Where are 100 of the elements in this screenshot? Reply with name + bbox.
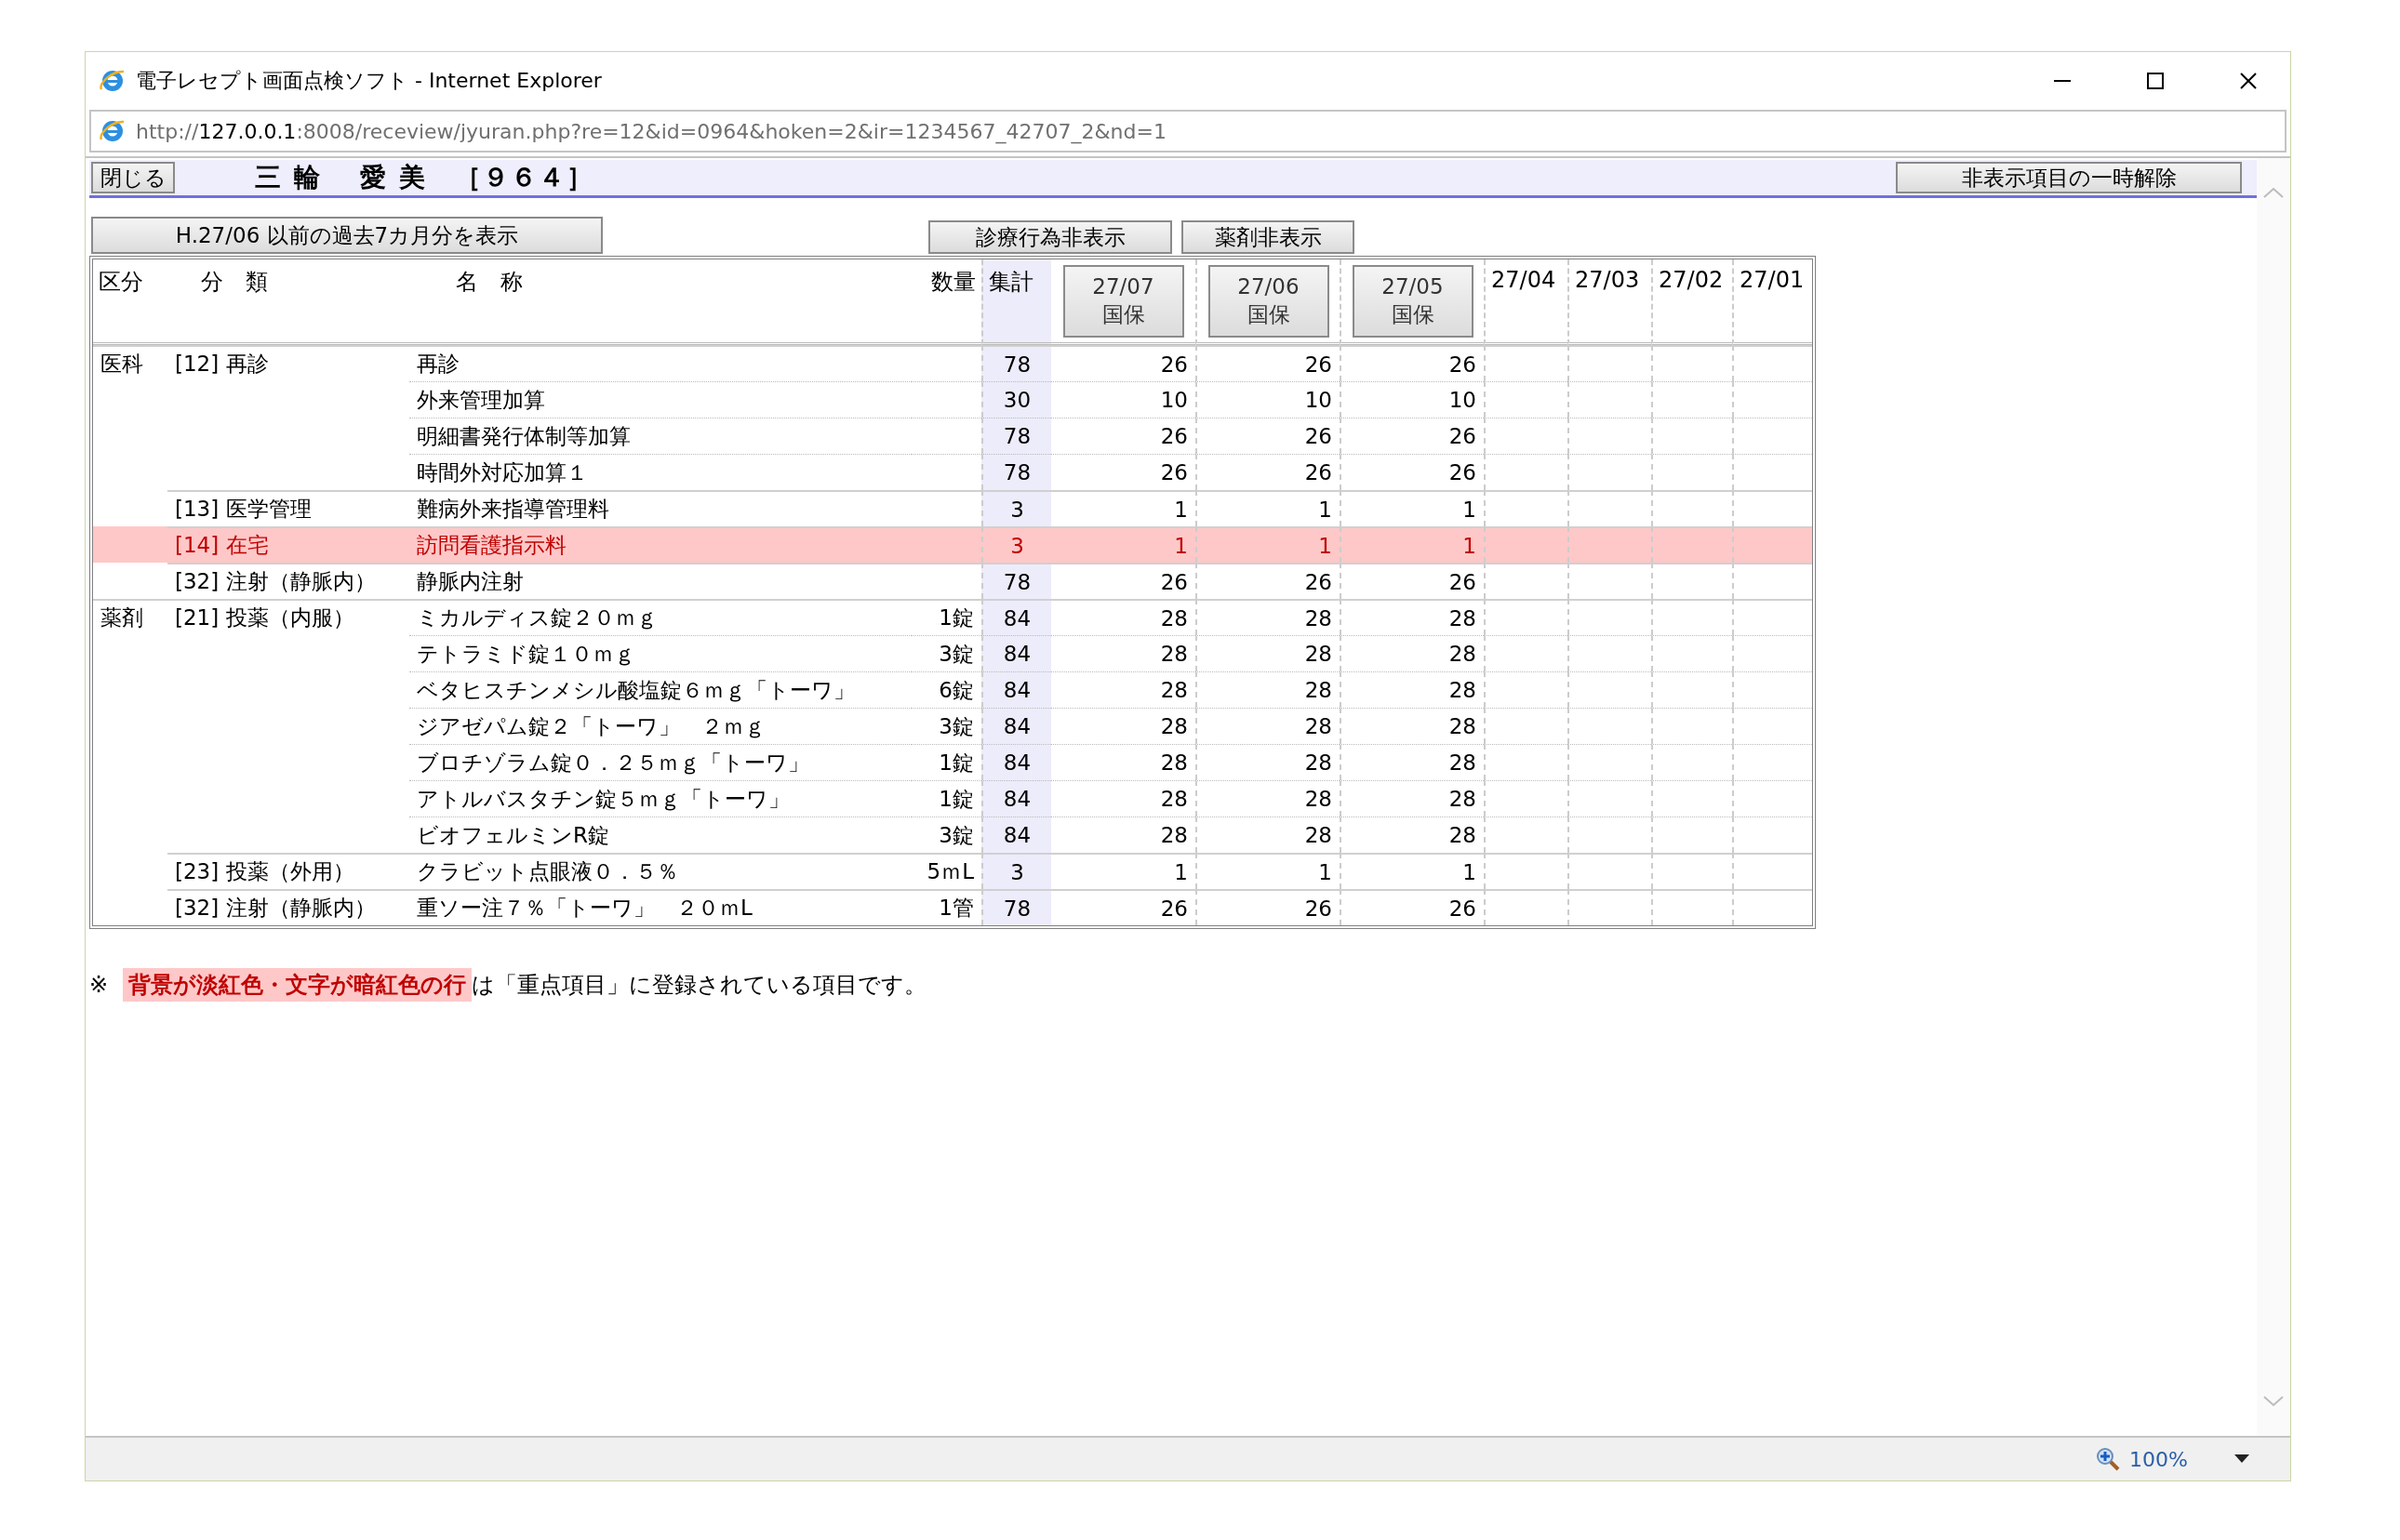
total-cell: 78 — [981, 418, 1051, 454]
month-value-cell: 1 — [1340, 853, 1484, 889]
total-cell: 84 — [981, 599, 1051, 635]
category-cell: [12] 再診 — [167, 345, 409, 381]
note-text: は「重点項目」に登録されている項目です。 — [472, 971, 927, 1000]
kubun-cell: 医科 — [93, 345, 167, 381]
category-cell: [13] 医学管理 — [167, 490, 409, 526]
month-value-cell: 26 — [1051, 563, 1195, 599]
column-header: 名 称 — [409, 259, 912, 345]
month-value-cell: 26 — [1051, 889, 1195, 925]
name-cell: ブロチゾラム錠０．２５ｍｇ「トーワ」 — [409, 744, 912, 780]
name-cell: ジアゼパム錠２「トーワ」 ２ｍｇ — [409, 708, 912, 744]
month-value-cell: 1 — [1051, 490, 1195, 526]
month-value-cell: 26 — [1340, 418, 1484, 454]
name-cell: 重ソー注７％「トーワ」 ２０ｍL — [409, 889, 912, 925]
month-value-cell: 26 — [1195, 345, 1340, 381]
month-value-cell: 28 — [1051, 744, 1195, 780]
month-value-cell: 1 — [1195, 526, 1340, 563]
total-cell: 84 — [981, 635, 1051, 671]
column-header: 集計 — [981, 259, 1051, 345]
month-value-cell: 28 — [1051, 671, 1195, 708]
total-cell: 30 — [981, 381, 1051, 418]
month-value-cell: 26 — [1340, 889, 1484, 925]
column-header: 区分 — [93, 259, 167, 345]
column-header: 27/04 — [1484, 259, 1567, 345]
month-value-cell: 1 — [1195, 853, 1340, 889]
month-button[interactable]: 27/05 国保 — [1352, 265, 1473, 338]
month-value-cell: 28 — [1340, 780, 1484, 816]
month-value-cell: 28 — [1195, 780, 1340, 816]
scroll-up-icon[interactable] — [2262, 186, 2285, 199]
month-value-cell: 28 — [1051, 599, 1195, 635]
month-value-cell: 28 — [1195, 599, 1340, 635]
month-value-cell: 26 — [1195, 454, 1340, 490]
column-header: 分 類 — [167, 259, 409, 345]
category-cell: [32] 注射（静脈内） — [167, 563, 409, 599]
month-value-cell: 28 — [1195, 708, 1340, 744]
month-value-cell: 28 — [1195, 671, 1340, 708]
scroll-down-icon[interactable] — [2262, 1395, 2285, 1408]
month-value-cell: 26 — [1340, 454, 1484, 490]
month-value-cell: 1 — [1195, 490, 1340, 526]
total-cell: 3 — [981, 490, 1051, 526]
name-cell: 外来管理加算 — [409, 381, 912, 418]
column-header: 27/02 — [1651, 259, 1732, 345]
name-cell: 時間外対応加算１ — [409, 454, 912, 490]
month-value-cell: 1 — [1051, 853, 1195, 889]
month-value-cell: 10 — [1051, 381, 1195, 418]
name-cell: 再診 — [409, 345, 912, 381]
name-cell: アトルバスタチン錠５ｍｇ「トーワ」 — [409, 780, 912, 816]
month-button[interactable]: 27/07 国保 — [1062, 265, 1184, 338]
month-value-cell: 28 — [1051, 780, 1195, 816]
close-page-button[interactable]: 閉じる — [91, 162, 175, 193]
name-cell: ビオフェルミンR錠 — [409, 816, 912, 853]
hide-treatment-button[interactable]: 診療行為非表示 — [928, 220, 1172, 254]
total-cell: 78 — [981, 889, 1051, 925]
dropdown-caret-icon[interactable] — [2234, 1454, 2249, 1464]
month-value-cell: 28 — [1051, 635, 1195, 671]
month-value-cell: 28 — [1340, 599, 1484, 635]
month-value-cell: 26 — [1340, 563, 1484, 599]
minimize-icon — [2054, 80, 2071, 82]
name-cell: 難病外来指導管理料 — [409, 490, 912, 526]
month-value-cell: 26 — [1051, 345, 1195, 381]
month-value-cell: 26 — [1195, 418, 1340, 454]
month-value-cell: 10 — [1340, 381, 1484, 418]
total-cell: 84 — [981, 780, 1051, 816]
month-value-cell: 28 — [1195, 635, 1340, 671]
zoom-level[interactable]: 100% — [2129, 1447, 2188, 1471]
total-cell: 84 — [981, 744, 1051, 780]
total-cell: 84 — [981, 816, 1051, 853]
month-value-cell: 26 — [1051, 418, 1195, 454]
total-cell: 3 — [981, 853, 1051, 889]
patient-name: 三 輪 愛 美 ［９６４］ — [255, 161, 596, 194]
name-cell: ミカルディス錠２０ｍｇ — [409, 599, 912, 635]
scrollbar[interactable] — [2257, 158, 2290, 1436]
past-months-button[interactable]: H.27/06 以前の過去7カ月分を表示 — [91, 217, 603, 254]
name-cell: 静脈内注射 — [409, 563, 912, 599]
month-value-cell: 28 — [1051, 816, 1195, 853]
month-button[interactable]: 27/06 国保 — [1207, 265, 1329, 338]
maximize-icon — [2146, 72, 2165, 90]
kubun-cell: 薬剤 — [93, 599, 167, 635]
name-cell: 訪問看護指示料 — [409, 526, 912, 563]
month-value-cell: 28 — [1340, 816, 1484, 853]
total-cell: 78 — [981, 563, 1051, 599]
category-cell: [14] 在宅 — [167, 526, 409, 563]
month-value-cell: 28 — [1340, 744, 1484, 780]
legend-sample: 背景が淡紅色・文字が暗紅色の行 — [123, 968, 473, 1002]
category-cell: [32] 注射（静脈内） — [167, 889, 409, 925]
name-cell: テトラミド錠１０ｍｇ — [409, 635, 912, 671]
total-cell: 78 — [981, 345, 1051, 381]
month-value-cell: 26 — [1195, 563, 1340, 599]
note-mark: ※ — [89, 972, 109, 998]
unhide-button[interactable]: 非表示項目の一時解除 — [1896, 162, 2242, 193]
total-cell: 84 — [981, 671, 1051, 708]
month-value-cell: 1 — [1340, 526, 1484, 563]
zoom-icon[interactable] — [2096, 1447, 2121, 1471]
name-cell: クラビット点眼液０．５％ — [409, 853, 912, 889]
name-cell: ベタヒスチンメシル酸塩錠６ｍｇ「トーワ」 — [409, 671, 912, 708]
month-value-cell: 28 — [1051, 708, 1195, 744]
hide-drug-button[interactable]: 薬剤非表示 — [1181, 220, 1354, 254]
month-value-cell: 28 — [1340, 671, 1484, 708]
address-bar[interactable]: http://127.0.0.1:8008/receview/jyuran.php?re=12&id=0964&hoken=2&ir=1234567_42707_2&nd=1 — [89, 110, 2287, 153]
